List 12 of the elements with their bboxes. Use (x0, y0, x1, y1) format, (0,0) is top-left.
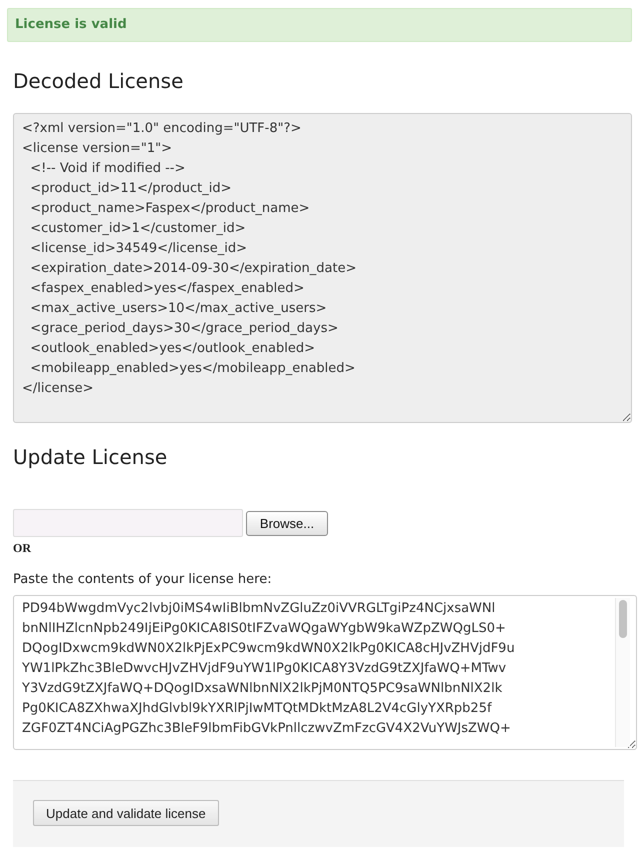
update-license-button[interactable]: Update and validate license (33, 800, 219, 826)
decoded-license-field[interactable]: <?xml version="1.0" encoding="UTF-8"?> <license version="1"> <!-- Void if modified --> <product_id>11</product_id> <product_name>Faspex</product_name> <customer_id>1</customer_id> <license_id>34549</license_id> <expiration_date>2014-09-30</expiration_date> <faspex_enabled>yes</faspex_enabled> <max_active_users>10</max_active_users> <grace_period_days>30</grace_period_days> <outlook_enabled>yes</outlook_enabled> <mobileapp_enabled>yes</mobileapp_enabled> </license> (13, 113, 632, 423)
scrollbar-thumb[interactable] (619, 600, 627, 638)
status-message: License is valid (7, 8, 632, 42)
browse-button[interactable]: Browse... (246, 510, 328, 536)
scrollbar[interactable] (615, 598, 630, 747)
section-heading: Decoded License (13, 69, 184, 93)
file-path-field[interactable] (13, 509, 243, 537)
section-heading: Update License (13, 445, 168, 469)
license-paste-field[interactable]: PD94bWwgdmVyc2lvbj0iMS4wIiBlbmNvZGluZz0iVVRGLTgiPz4NCjxsaWNl bnNlIHZlcnNpb249IjEiPg0KICA8IS0tIFZvaWQgaWYgbW9kaWZpZWQgLS0+ DQogIDxwcm9kdWN0X2lkPjExPC9wcm9kdWN0X2lkPg0KICA8cHJvZHVjdF9u YW1lPkZhc3BleDwvcHJvZHVjdF9uYW1lPg0KICA8Y3VzdG9tZXJfaWQ+MTwv Y3VzdG9tZXJfaWQ+DQogIDxsaWNlbnNlX2lkPjM0NTQ5PC9saWNlbnNlX2lk Pg0KICA8ZXhwaXJhdGlvbl9kYXRlPjIwMTQtMDktMzA8L2V4cGlyYXRpb25f ZGF0ZT4NCiAgPGZhc3BleF9lbmFibGVkPnllczwvZmFzcGV4X2VuYWJsZWQ+ (13, 595, 637, 750)
or-separator: OR (13, 541, 32, 555)
paste-label: Paste the contents of your license here: (13, 572, 273, 588)
